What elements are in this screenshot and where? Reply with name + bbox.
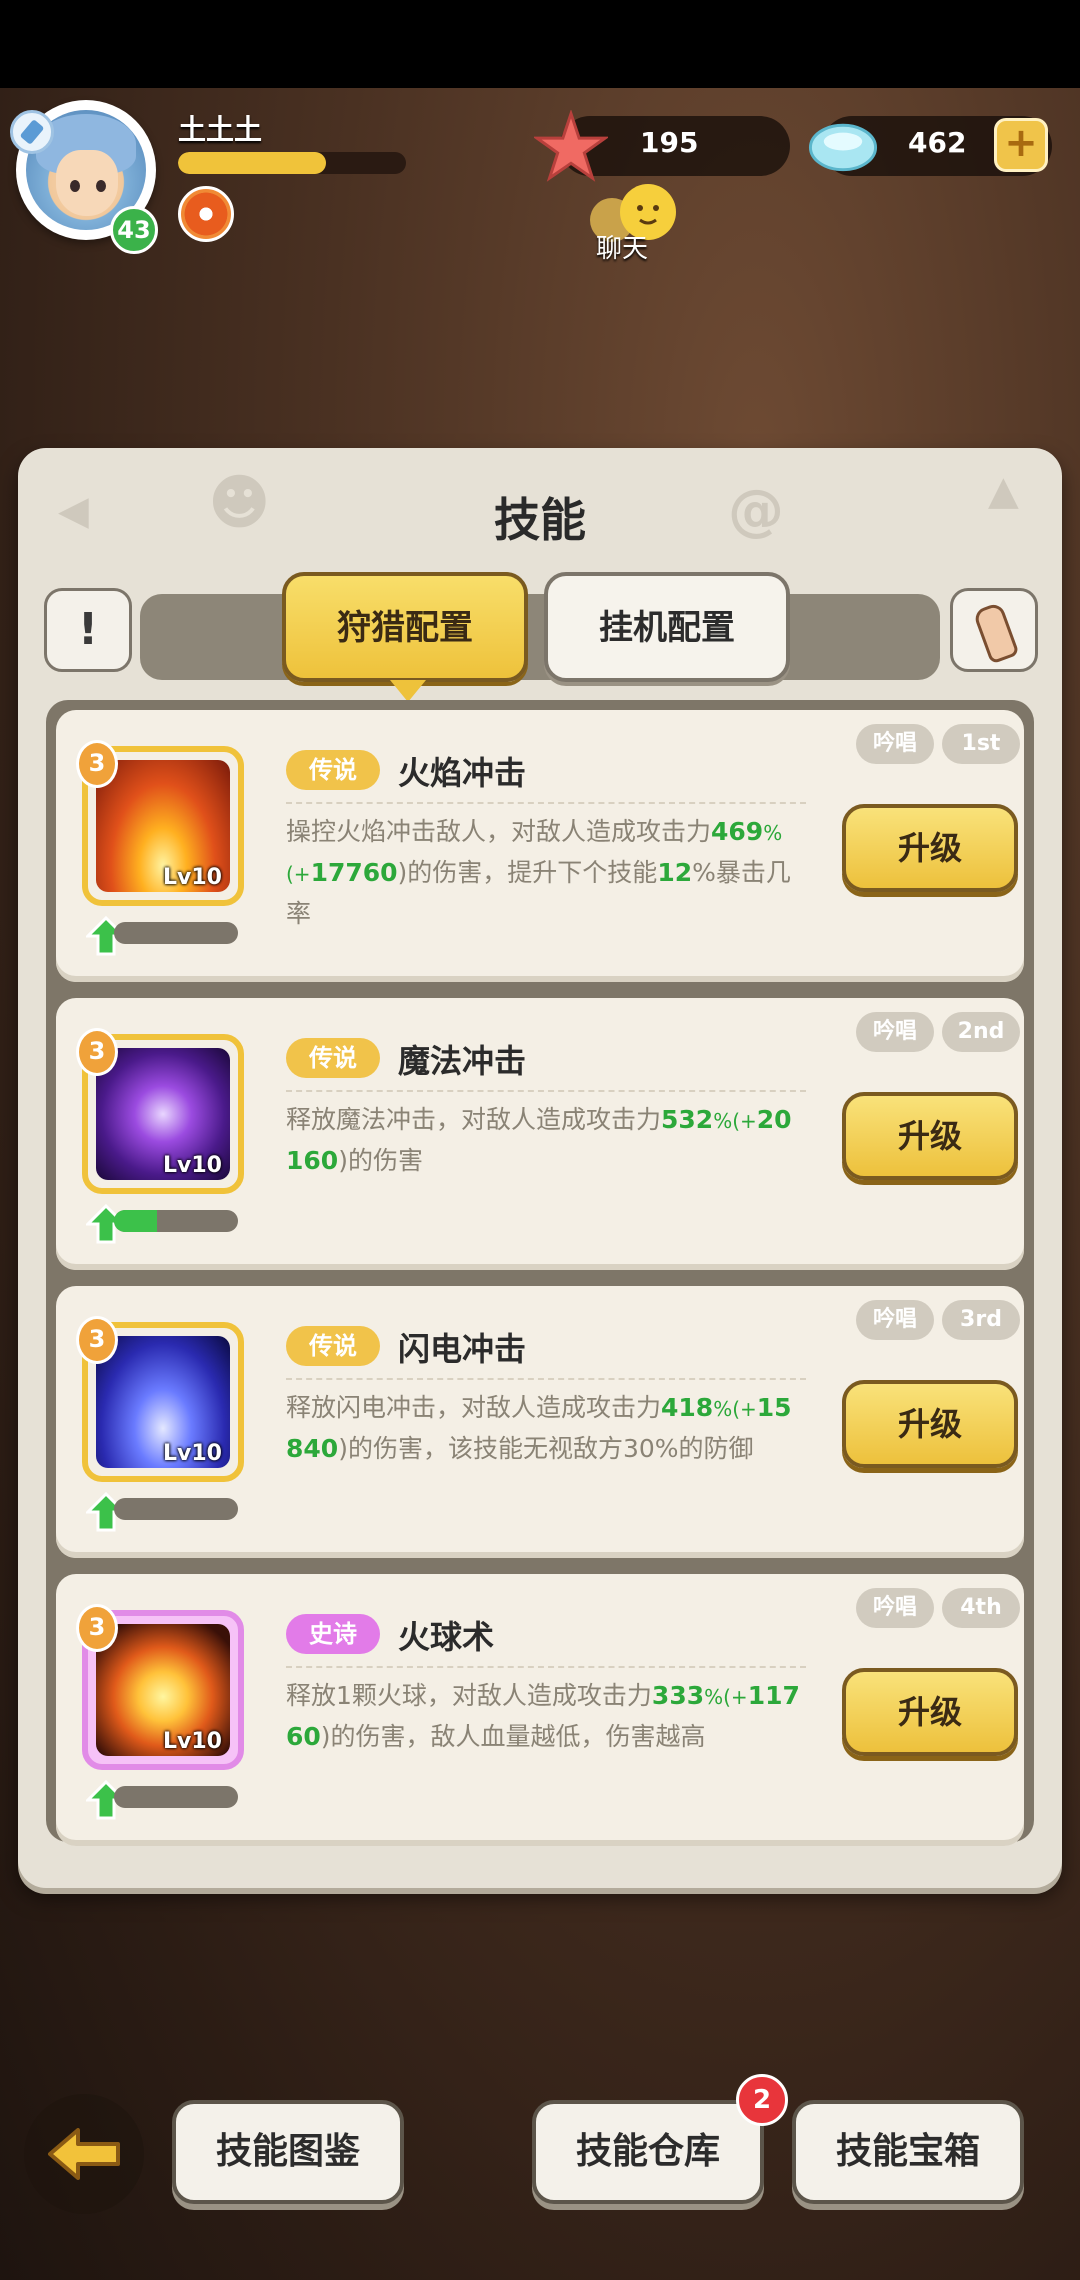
divider <box>286 1378 806 1380</box>
rank-badge: 3 <box>76 740 118 788</box>
back-button[interactable] <box>24 2094 144 2214</box>
skill-description: 释放1颗火球，对敌人造成攻击力333%(+11760)的伤害，敌人血量越低，伤害… <box>286 1681 800 1751</box>
skill-card[interactable]: Lv10 3 传说 火焰冲击 吟唱 1st 操控火焰冲击敌人，对敌人造成攻击力4… <box>56 710 1024 982</box>
starfish-count: 195 <box>640 126 699 159</box>
player-name: 土土土 <box>178 113 263 146</box>
pin-icon[interactable] <box>10 110 54 154</box>
rarity-badge: 史诗 <box>286 1614 380 1654</box>
skill-description: 操控火焰冲击敌人，对敌人造成攻击力469%(+17760)的伤害，提升下个技能1… <box>286 817 791 928</box>
panel-title: 技能 <box>494 493 586 547</box>
chant-tag: 吟唱 <box>856 1300 934 1340</box>
skill-name: 闪电冲击 <box>398 1330 527 1368</box>
info-button[interactable]: ! <box>44 588 132 672</box>
order-tag: 4th <box>942 1588 1020 1628</box>
skill-progress-bar <box>114 1786 238 1808</box>
upgrade-button[interactable]: 升级 <box>842 1380 1018 1468</box>
rank-badge: 3 <box>76 1028 118 1076</box>
rarity-badge: 传说 <box>286 1038 380 1078</box>
skill-description: 释放魔法冲击，对敌人造成攻击力532%(+20160)的伤害 <box>286 1105 792 1175</box>
order-tag: 3rd <box>942 1300 1020 1340</box>
skill-name: 魔法冲击 <box>398 1042 527 1080</box>
tab-track <box>140 594 940 680</box>
skill-name: 火焰冲击 <box>398 754 527 792</box>
hand-pointer-button[interactable] <box>950 588 1038 672</box>
buff-icon[interactable] <box>178 186 234 242</box>
skill-codex-button[interactable]: 技能图鉴 <box>172 2100 404 2204</box>
add-currency-button[interactable]: + <box>994 118 1048 172</box>
skill-list[interactable]: Lv10 3 传说 火焰冲击 吟唱 1st 操控火焰冲击敌人，对敌人造成攻击力4… <box>46 700 1034 1846</box>
divider <box>286 1666 806 1668</box>
gem-count: 462 <box>908 126 967 159</box>
tab-hunt-config[interactable]: 狩猎配置 <box>282 572 528 702</box>
skill-level: Lv10 <box>163 1153 222 1178</box>
skills-panel: ◀ ☻ @ ▲ 技能 ! 狩猎配置 挂机配置 Lv10 3 传说 火焰冲击 吟唱… <box>18 448 1062 1888</box>
starfish-icon <box>534 110 608 182</box>
status-bar <box>0 0 1080 88</box>
chant-tag: 吟唱 <box>856 724 934 764</box>
player-level-badge: 43 <box>110 206 158 254</box>
order-tag: 2nd <box>942 1012 1020 1052</box>
divider <box>286 1090 806 1092</box>
xp-fill <box>178 152 327 174</box>
upgrade-button[interactable]: 升级 <box>842 804 1018 892</box>
rank-badge: 3 <box>76 1604 118 1652</box>
order-tag: 1st <box>942 724 1020 764</box>
upgrade-button[interactable]: 升级 <box>842 1668 1018 1756</box>
skill-card[interactable]: Lv10 3 传说 闪电冲击 吟唱 3rd 释放闪电冲击，对敌人造成攻击力418… <box>56 1286 1024 1558</box>
skill-level: Lv10 <box>163 1441 222 1466</box>
rarity-badge: 传说 <box>286 1326 380 1366</box>
skill-card[interactable]: Lv10 3 传说 魔法冲击 吟唱 2nd 释放魔法冲击，对敌人造成攻击力532… <box>56 998 1024 1270</box>
upgrade-button[interactable]: 升级 <box>842 1092 1018 1180</box>
rarity-badge: 传说 <box>286 750 380 790</box>
divider <box>286 802 806 804</box>
skill-chest-button[interactable]: 技能宝箱 <box>792 2100 1024 2204</box>
back-arrow-icon <box>48 2128 120 2180</box>
chat-label[interactable]: 聊天 <box>596 228 648 265</box>
chant-tag: 吟唱 <box>856 1588 934 1628</box>
rank-badge: 3 <box>76 1316 118 1364</box>
storage-notification-badge: 2 <box>736 2074 788 2126</box>
skill-level: Lv10 <box>163 1729 222 1754</box>
skill-progress-bar <box>114 1498 238 1520</box>
skill-card[interactable]: Lv10 3 史诗 火球术 吟唱 4th 释放1颗火球，对敌人造成攻击力333%… <box>56 1574 1024 1846</box>
gem-shell-icon <box>808 123 878 172</box>
skill-progress-fill <box>114 1210 158 1232</box>
skill-progress-bar <box>114 1210 238 1232</box>
skill-progress-bar <box>114 922 238 944</box>
skill-description: 释放闪电冲击，对敌人造成攻击力418%(+15840)的伤害，该技能无视敌方30… <box>286 1393 792 1463</box>
chant-tag: 吟唱 <box>856 1012 934 1052</box>
skill-name: 火球术 <box>398 1618 495 1656</box>
xp-bar <box>178 152 406 174</box>
skill-level: Lv10 <box>163 865 222 890</box>
skill-storage-button[interactable]: 技能仓库 <box>532 2100 764 2204</box>
tab-idle-config[interactable]: 挂机配置 <box>544 572 790 682</box>
